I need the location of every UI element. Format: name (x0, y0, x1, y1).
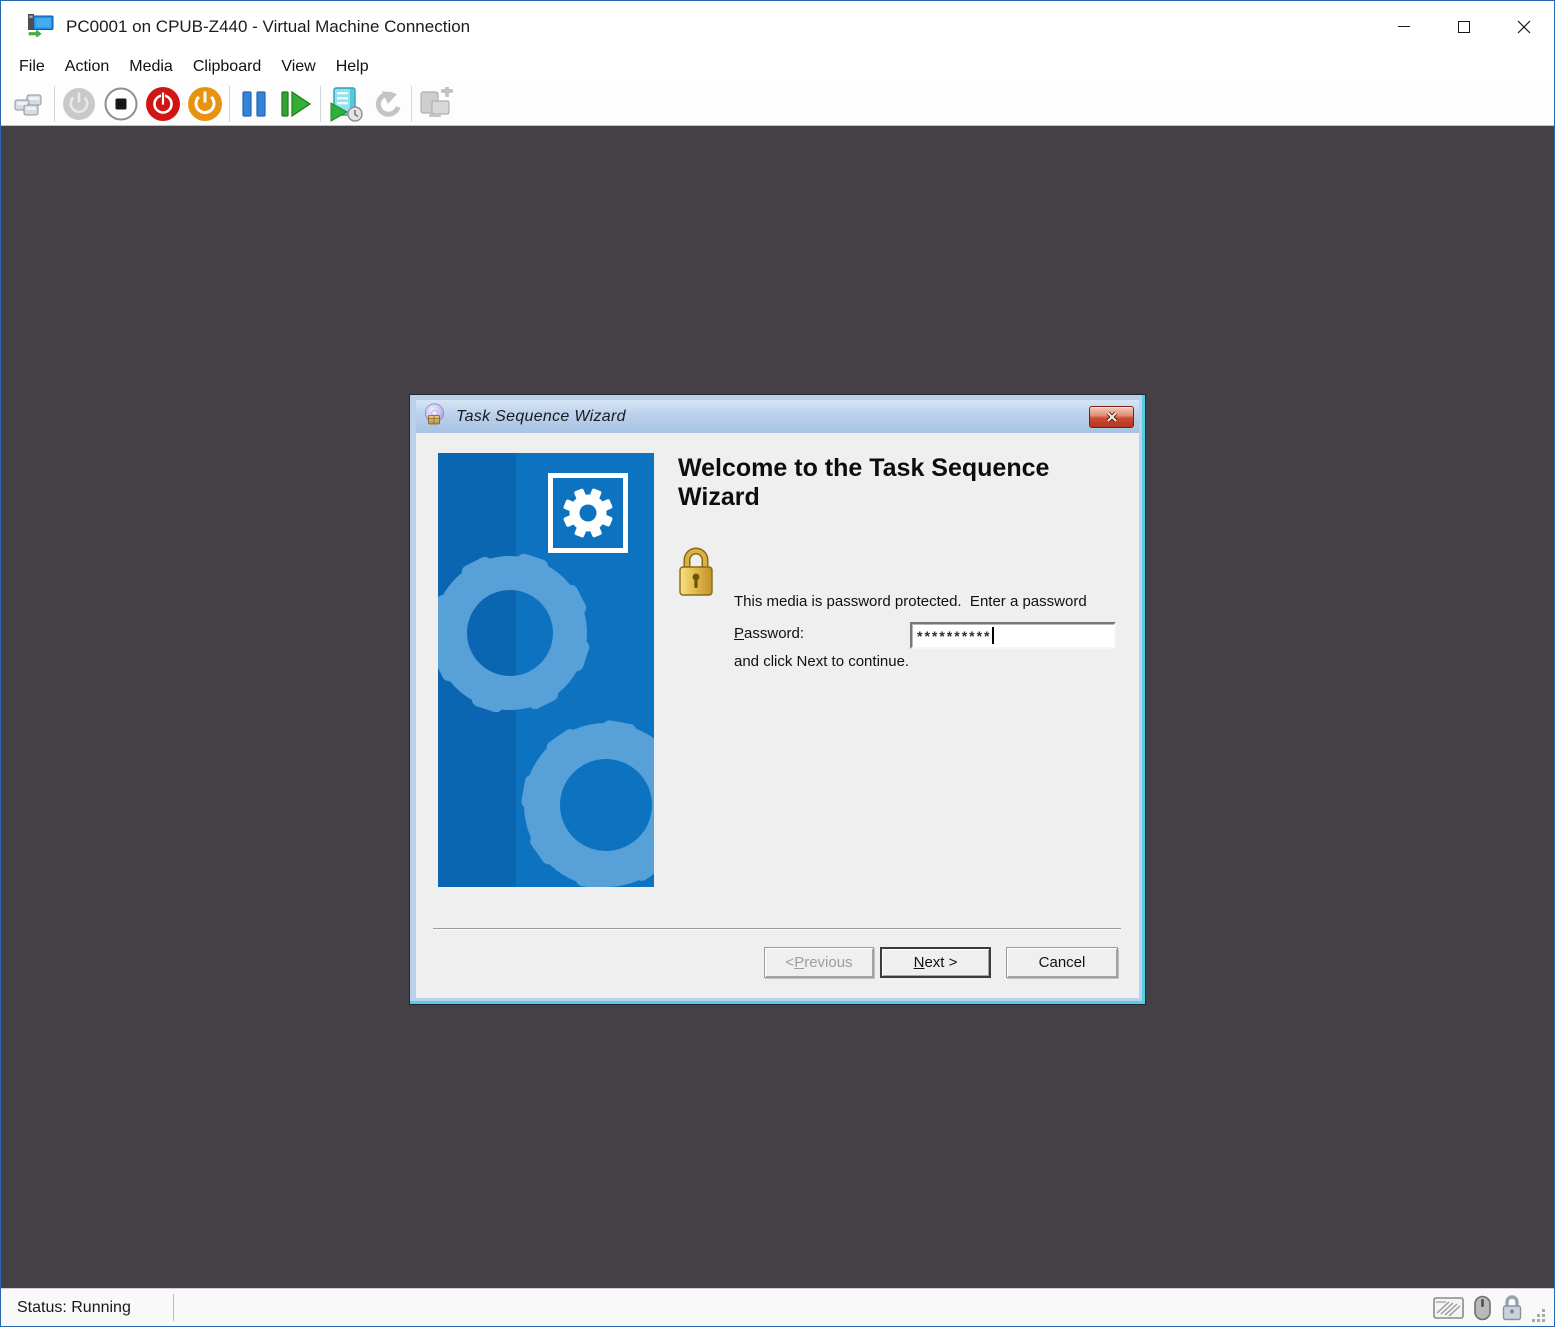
status-text: Status: Running (17, 1298, 131, 1316)
ctrl-alt-del-button[interactable] (9, 85, 51, 123)
checkpoint-server-icon (330, 86, 363, 122)
status-bar: Status: Running (1, 1288, 1554, 1326)
enhanced-session-icon (420, 86, 453, 117)
start-button[interactable] (58, 85, 100, 123)
maximize-button[interactable] (1434, 1, 1494, 52)
close-icon (1517, 20, 1531, 33)
session-lock-icon (1502, 1295, 1522, 1321)
vmconnect-window: PC0001 on CPUB-Z440 - Virtual Machine Co… (0, 0, 1555, 1327)
turn-off-button[interactable] (142, 85, 184, 123)
enhanced-session-button[interactable] (415, 85, 457, 123)
stop-icon (104, 87, 138, 120)
dialog-title: Task Sequence Wizard (456, 407, 626, 425)
password-input[interactable]: ********** (910, 622, 1116, 649)
revert-button[interactable] (366, 85, 408, 123)
cancel-button[interactable]: Cancel (1006, 947, 1118, 978)
task-sequence-wizard-dialog: Task Sequence Wizard Welcome to the Task… (409, 394, 1146, 1005)
dialog-titlebar[interactable]: Task Sequence Wizard (416, 400, 1139, 433)
password-label: Password: (734, 625, 805, 642)
hyperv-app-icon (27, 12, 54, 42)
window-title: PC0001 on CPUB-Z440 - Virtual Machine Co… (66, 16, 471, 36)
close-button[interactable] (1494, 1, 1554, 52)
footer-separator (433, 928, 1121, 929)
wizard-message-line2: and click Next to continue. (734, 653, 910, 670)
menu-media[interactable]: Media (119, 55, 183, 79)
dialog-body: Welcome to the Task Sequence Wizard This… (416, 433, 1139, 998)
window-titlebar: PC0001 on CPUB-Z440 - Virtual Machine Co… (1, 1, 1554, 52)
mouse-icon (1474, 1295, 1491, 1320)
configmgr-logo (548, 473, 628, 553)
keyboard-icon (1433, 1296, 1464, 1319)
undo-arrow-icon (375, 90, 401, 117)
menu-action[interactable]: Action (55, 55, 119, 79)
power-orange-icon (188, 86, 222, 121)
minimize-button[interactable] (1374, 1, 1434, 52)
toolbar-separator (54, 85, 55, 122)
lock-icon (676, 543, 716, 606)
reset-play-icon (281, 90, 312, 117)
statusbar-separator (172, 1294, 174, 1321)
menu-clipboard[interactable]: Clipboard (183, 55, 271, 79)
checkpoint-button[interactable] (324, 85, 366, 123)
wizard-heading: Welcome to the Task Sequence Wizard (678, 454, 1050, 511)
wizard-message-line1: This media is password protected. Enter … (734, 593, 1087, 610)
shut-down-button[interactable] (184, 85, 226, 123)
dialog-close-button[interactable] (1089, 405, 1134, 428)
menu-view[interactable]: View (271, 55, 325, 79)
vm-display-area: Task Sequence Wizard Welcome to the Task… (1, 126, 1554, 1288)
dialog-close-icon (1106, 411, 1117, 422)
wizard-side-panel (438, 453, 654, 887)
text-caret (992, 627, 995, 644)
pause-button[interactable] (233, 85, 275, 123)
toolbar-separator (229, 85, 230, 122)
resize-grip[interactable] (1531, 1308, 1546, 1323)
next-button[interactable]: Next > (880, 947, 991, 978)
gear-icon (562, 487, 614, 539)
pause-icon (242, 90, 266, 117)
power-off-red-icon (146, 86, 180, 121)
password-masked-value: ********** (917, 627, 992, 644)
toolbar-separator (411, 85, 412, 122)
keyboard-keys-icon (14, 94, 42, 115)
menu-bar: File Action Media Clipboard View Help (1, 52, 1554, 82)
toolbar (1, 82, 1554, 126)
toolbar-separator (320, 85, 321, 122)
menu-help[interactable]: Help (326, 55, 379, 79)
power-start-icon (63, 87, 95, 120)
maximize-icon (1458, 20, 1470, 33)
reset-button[interactable] (275, 85, 317, 123)
wizard-disc-icon (423, 402, 447, 431)
stop-button[interactable] (100, 85, 142, 123)
previous-button: < Previous (764, 947, 874, 978)
menu-file[interactable]: File (9, 55, 55, 79)
minimize-icon (1398, 26, 1410, 27)
